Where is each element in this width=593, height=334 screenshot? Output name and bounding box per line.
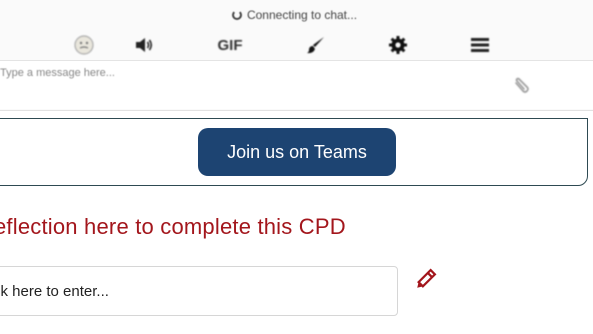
loading-spinner-icon <box>231 10 242 20</box>
join-teams-button[interactable]: Join us on Teams <box>198 128 396 176</box>
chat-status-text: Connecting to chat... <box>246 8 358 22</box>
hamburger-menu-icon[interactable] <box>468 34 492 56</box>
gif-button[interactable]: GIF <box>210 34 250 56</box>
paintbrush-icon[interactable] <box>304 34 328 56</box>
pencil-icon[interactable] <box>413 268 437 292</box>
reflection-input-placeholder: ck here to enter... <box>0 282 109 300</box>
gif-label: GIF <box>217 36 243 54</box>
paperclip-icon[interactable] <box>510 75 532 97</box>
reflection-heading: eflection here to complete this CPD <box>0 214 346 239</box>
chat-widget: Connecting to chat... GIF Type a message… <box>0 0 593 111</box>
reflection-input[interactable]: ck here to enter... <box>0 266 398 316</box>
speaker-icon[interactable] <box>132 34 156 56</box>
smiley-icon[interactable] <box>72 34 96 56</box>
chat-status: Connecting to chat... <box>0 5 593 25</box>
gear-icon[interactable] <box>386 34 410 56</box>
chat-input-row: Type a message here... <box>0 60 593 109</box>
chat-message-input[interactable]: Type a message here... <box>0 67 500 79</box>
page: Connecting to chat... GIF Type a message… <box>0 0 593 334</box>
chat-toolbar: GIF <box>0 30 593 60</box>
